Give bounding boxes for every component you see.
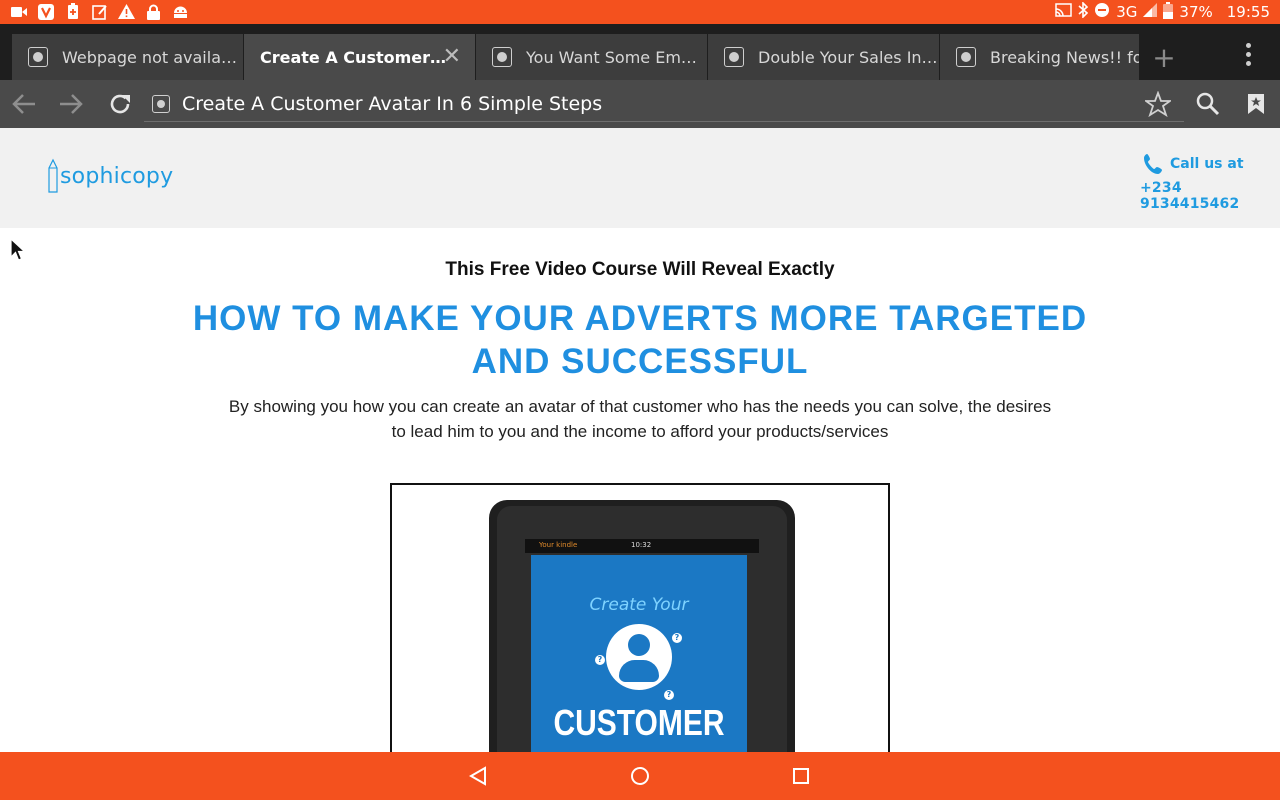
menu-icon[interactable] [1236, 38, 1260, 70]
tab-create-a-customer[interactable]: Create A Customer… ✕ [244, 34, 476, 80]
battery-icon [1163, 1, 1174, 23]
device-status-bar: Your kindle 10:32 [525, 539, 759, 553]
phone-number[interactable]: +234 9134415462 [1140, 180, 1270, 212]
lock-icon [145, 3, 162, 20]
device-screen: Create Your ? ? ? CUSTOMER [531, 555, 747, 761]
tab-label: Webpage not availa… [62, 47, 237, 67]
clock: 19:55 [1226, 3, 1270, 21]
tab-double-your-sales[interactable]: Double Your Sales In… [708, 34, 940, 80]
cast-icon [1055, 3, 1072, 21]
browser-toolbar: Create A Customer Avatar In 6 Simple Ste… [0, 80, 1280, 128]
star-icon[interactable] [1142, 88, 1174, 120]
screen-title: Create Your [589, 595, 689, 615]
edit-icon [91, 3, 108, 20]
tab-you-want-some[interactable]: You Want Some Em… [476, 34, 708, 80]
globe-icon [492, 47, 512, 67]
call-us[interactable]: Call us at +234 9134415462 [1140, 152, 1270, 212]
system-status: 3G 37% 19:55 [1055, 1, 1270, 23]
avatar-icon [606, 624, 672, 690]
back-button[interactable] [8, 88, 40, 120]
page-title-in-url: Create A Customer Avatar In 6 Simple Ste… [182, 92, 603, 115]
network-type: 3G [1116, 3, 1138, 21]
device-brand: Your kindle [539, 541, 578, 549]
kicker-text: This Free Video Course Will Reveal Exact… [445, 259, 835, 280]
globe-icon [724, 47, 744, 67]
tab-label: Create A Customer… [260, 47, 447, 67]
tab-breaking-news[interactable]: Breaking News!! for [940, 34, 1140, 80]
status-bar: 3G 37% 19:55 [0, 0, 1280, 24]
signal-icon [1143, 3, 1158, 21]
system-nav-bar [0, 752, 1280, 800]
headline-line-1: HOW TO MAKE YOUR ADVERTS MORE TARGETED [192, 299, 1088, 338]
recents-nav-icon[interactable] [789, 764, 813, 788]
tab-strip: Webpage not availa… Create A Customer… ✕… [0, 24, 1280, 80]
vivaldi-icon [37, 3, 54, 20]
phone-icon [1144, 154, 1162, 174]
description: By showing you how you can create an ava… [228, 397, 1052, 441]
tab-label: Double Your Sales In… [758, 47, 938, 67]
bluetooth-icon [1078, 1, 1089, 22]
warning-icon [118, 3, 135, 20]
call-label: Call us at [1170, 156, 1244, 172]
headline: HOW TO MAKE YOUR ADVERTS MORE TARGETED A… [140, 297, 1140, 383]
video-icon [10, 3, 27, 20]
device-time: 10:32 [631, 541, 652, 549]
tab-label: You Want Some Em… [526, 47, 697, 67]
screen-headline: CUSTOMER [553, 703, 725, 744]
address-bar[interactable]: Create A Customer Avatar In 6 Simple Ste… [144, 86, 1184, 122]
question-mark-icon: ? [664, 690, 674, 700]
battery-percent: 37% [1179, 3, 1213, 21]
reload-button[interactable] [104, 88, 136, 120]
forward-button[interactable] [55, 88, 87, 120]
tab-webpage-not-available[interactable]: Webpage not availa… [12, 34, 244, 80]
logo-text: sophicopy [60, 163, 174, 189]
site-logo[interactable]: sophicopy [46, 158, 173, 194]
close-icon[interactable]: ✕ [443, 46, 461, 68]
question-mark-icon: ? [672, 633, 682, 643]
search-icon[interactable] [1192, 88, 1224, 120]
headline-line-2: AND SUCCESSFUL [471, 342, 809, 381]
notification-icons [10, 3, 189, 20]
question-mark-icon: ? [595, 655, 605, 665]
globe-icon [28, 47, 48, 67]
android-icon [172, 3, 189, 20]
dnd-icon [1094, 2, 1110, 22]
globe-icon [152, 94, 170, 113]
globe-icon [956, 47, 976, 67]
home-nav-icon[interactable] [628, 764, 652, 788]
pencil-icon [48, 158, 58, 193]
back-nav-icon[interactable] [466, 764, 490, 788]
bookmarks-icon[interactable] [1240, 88, 1272, 120]
product-image-frame: Your kindle 10:32 Create Your ? ? ? CUST… [390, 483, 890, 763]
site-header: sophicopy Call us at +234 9134415462 [0, 128, 1280, 228]
battery-saver-icon [64, 3, 81, 20]
tab-label: Breaking News!! for [990, 47, 1139, 67]
new-tab-button[interactable]: + [1146, 34, 1182, 80]
